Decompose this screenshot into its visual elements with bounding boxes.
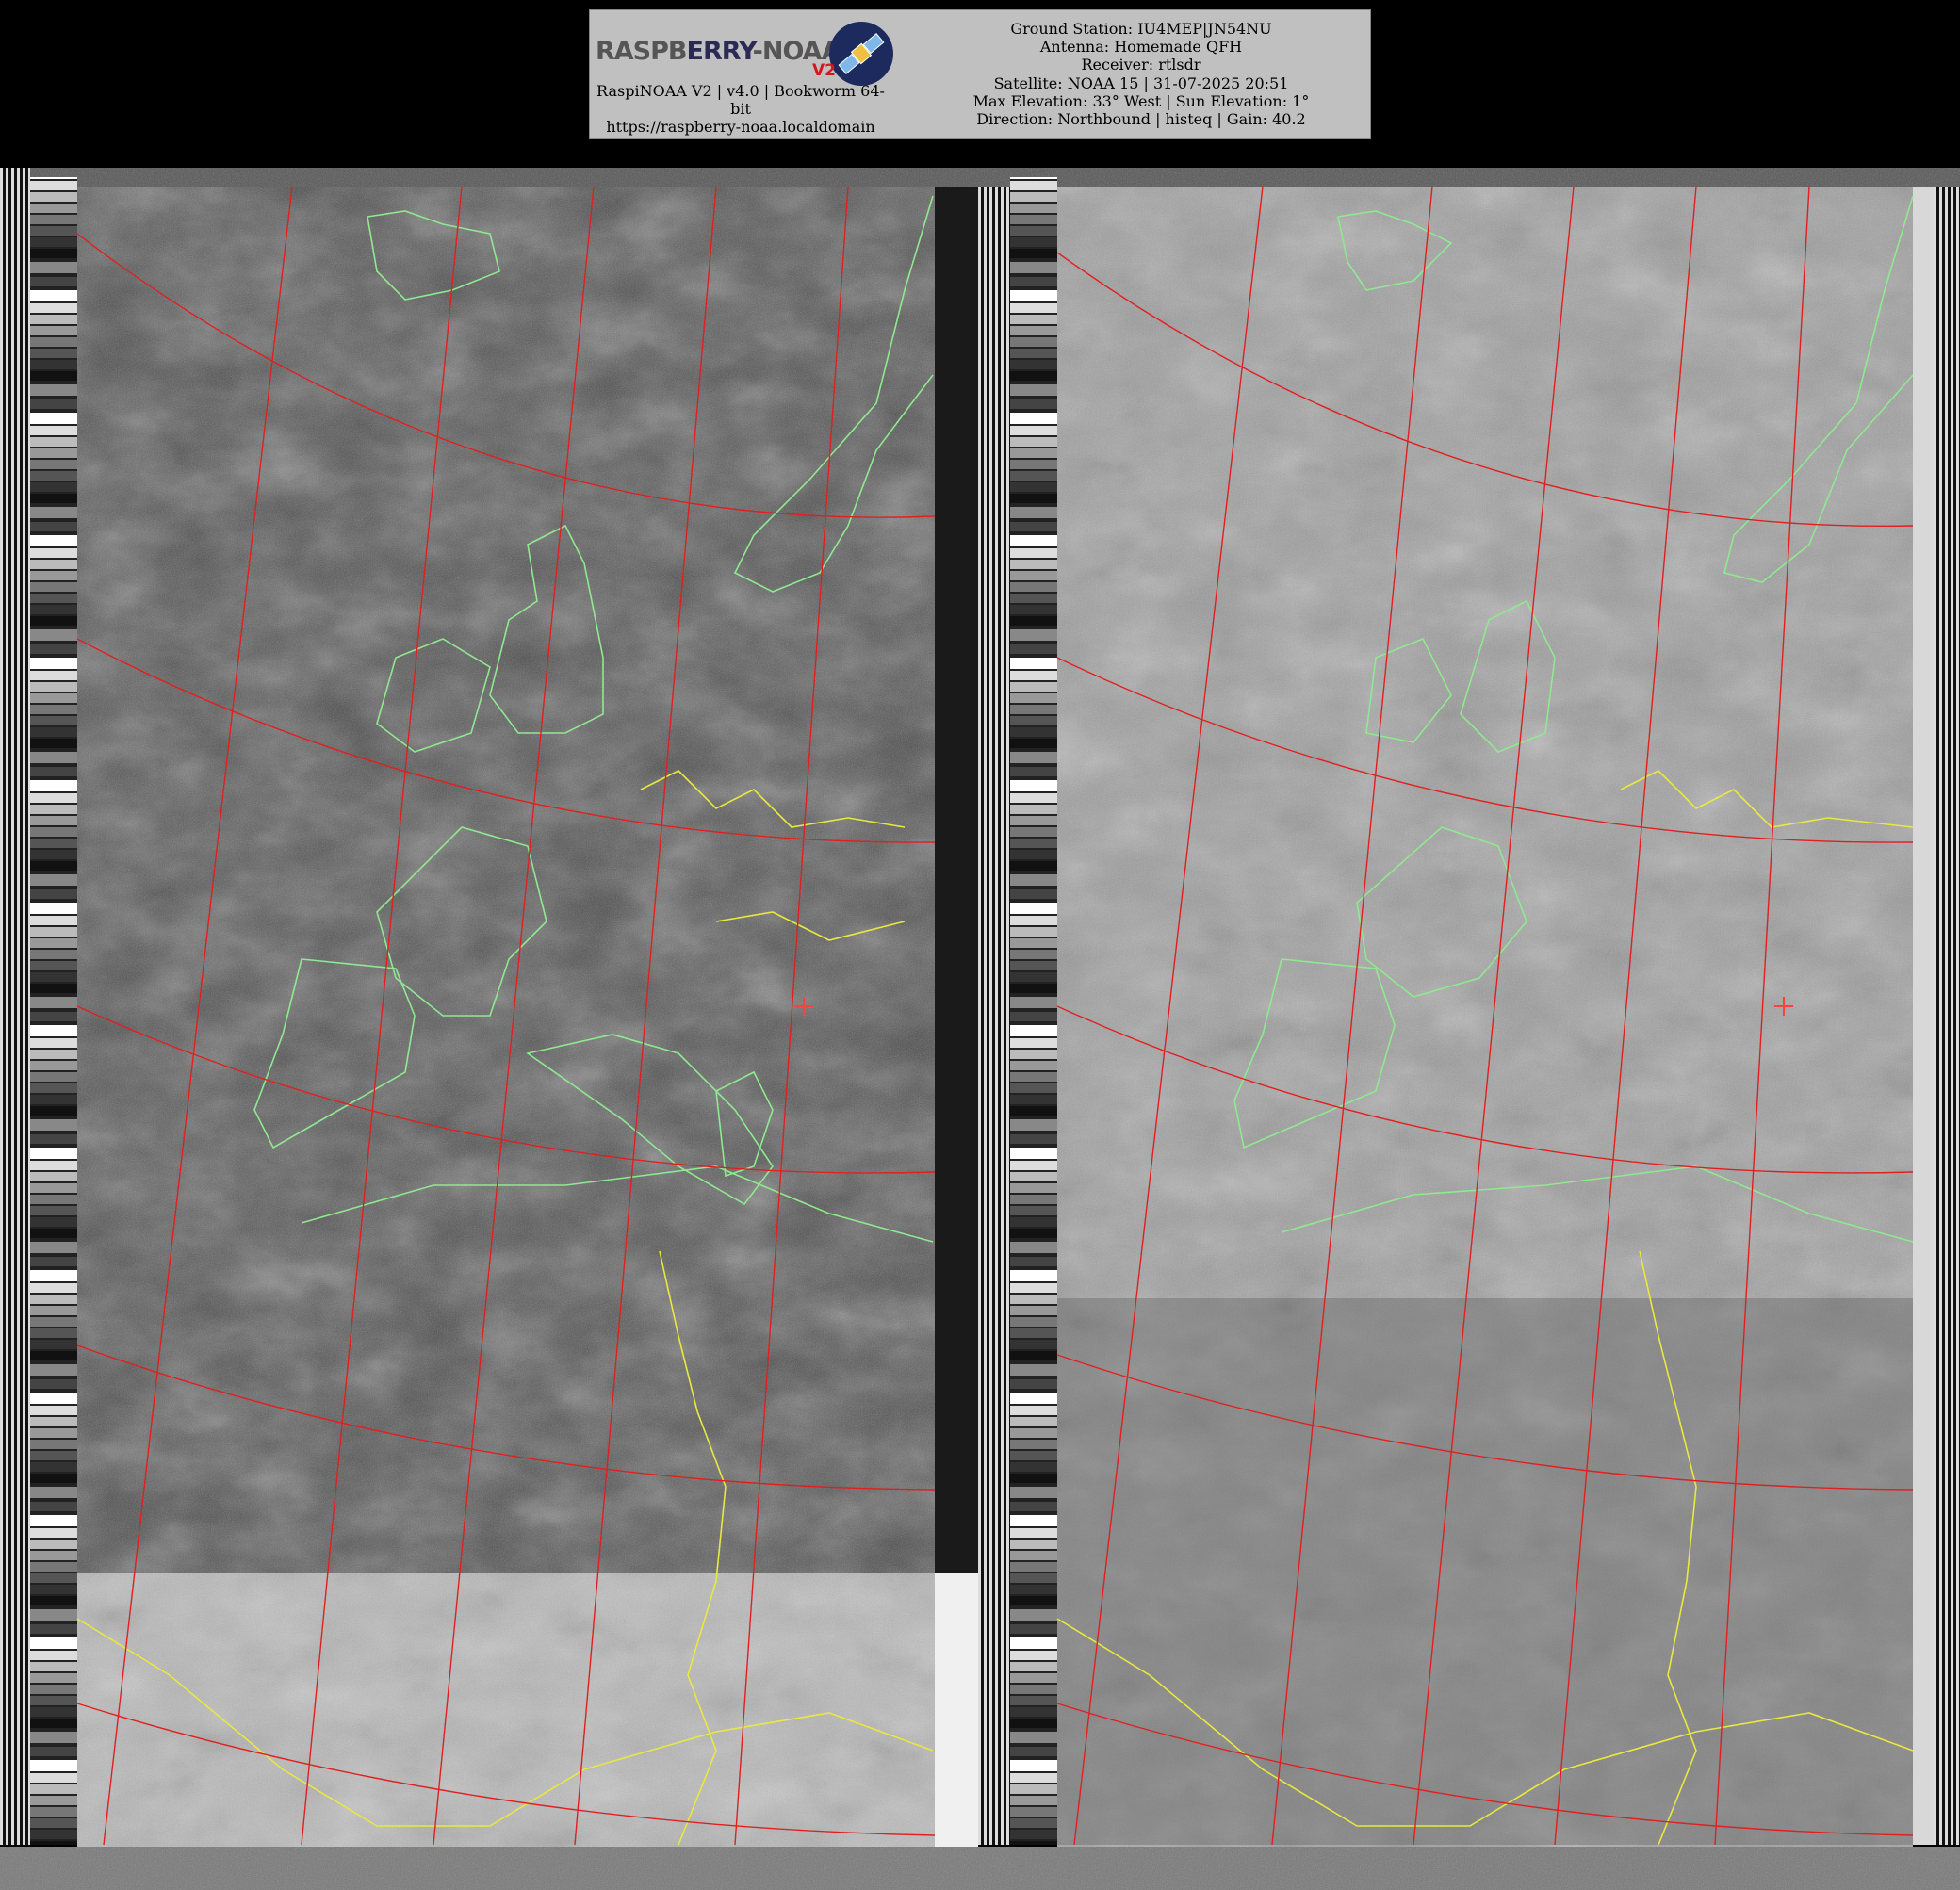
raspberry-noaa-logo: RASPBERRY-NOAA V2 xyxy=(596,16,893,86)
logo-text-b: ERRY xyxy=(686,37,754,66)
software-info: RaspiNOAA V2 | v4.0 | Bookworm 64- bit h… xyxy=(590,82,891,136)
software-version: RaspiNOAA V2 | v4.0 | Bookworm 64- xyxy=(596,82,885,100)
satellite-imagery xyxy=(0,168,1960,1890)
direction: Direction: Northbound | histeq | Gain: 4… xyxy=(976,110,1306,129)
logo-version: V2 xyxy=(812,61,836,80)
antenna: Antenna: Homemade QFH xyxy=(1039,38,1243,57)
channel-b-panel xyxy=(1010,177,1960,1847)
station-url: https://raspberry-noaa.localdomain xyxy=(606,118,875,136)
logo-text-a: RASPB xyxy=(596,37,688,66)
pass-info: Ground Station: IU4MEP|JN54NU Antenna: H… xyxy=(910,20,1372,128)
ground-station: Ground Station: IU4MEP|JN54NU xyxy=(1010,20,1272,38)
info-header: RASPBERRY-NOAA V2 RaspiNOAA V2 | v4.0 | … xyxy=(589,9,1371,139)
satellite-pass: Satellite: NOAA 15 | 31-07-2025 20:51 xyxy=(993,73,1289,92)
receiver: Receiver: rtlsdr xyxy=(1081,56,1201,74)
elevation: Max Elevation: 33° West | Sun Elevation:… xyxy=(972,91,1310,110)
satellite-icon xyxy=(829,22,893,86)
channel-a-panel xyxy=(0,168,1010,1847)
software-version-cont: bit xyxy=(730,100,751,118)
